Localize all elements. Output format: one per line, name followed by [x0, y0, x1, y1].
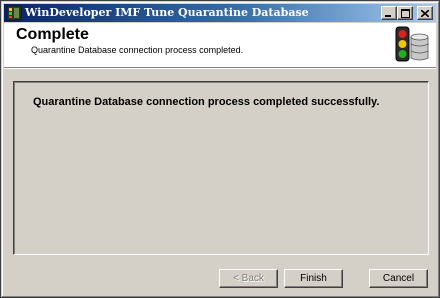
app-icon: [6, 5, 22, 21]
close-button[interactable]: [417, 6, 433, 20]
finish-button[interactable]: Finish: [284, 269, 343, 288]
page-title: Complete: [16, 26, 89, 43]
result-panel: Quarantine Database connection process c…: [13, 81, 429, 255]
maximize-icon: [400, 8, 410, 18]
wizard-header: Complete Quarantine Database connection …: [4, 23, 436, 67]
completion-message: Quarantine Database connection process c…: [33, 96, 380, 108]
minimize-icon: [385, 14, 391, 17]
cancel-button[interactable]: Cancel: [369, 269, 428, 288]
maximize-button[interactable]: [397, 6, 413, 20]
traffic-light-database-icon: [395, 26, 429, 62]
window-title: WinDeveloper IMF Tune Quarantine Databas…: [25, 6, 309, 19]
wizard-window: WinDeveloper IMF Tune Quarantine Databas…: [0, 0, 440, 298]
minimize-button[interactable]: [381, 6, 397, 20]
title-bar[interactable]: WinDeveloper IMF Tune Quarantine Databas…: [4, 4, 436, 22]
page-subtitle: Quarantine Database connection process c…: [31, 45, 244, 55]
back-button[interactable]: < Back: [219, 269, 278, 288]
header-divider-highlight: [4, 68, 436, 69]
close-icon: [421, 9, 429, 17]
